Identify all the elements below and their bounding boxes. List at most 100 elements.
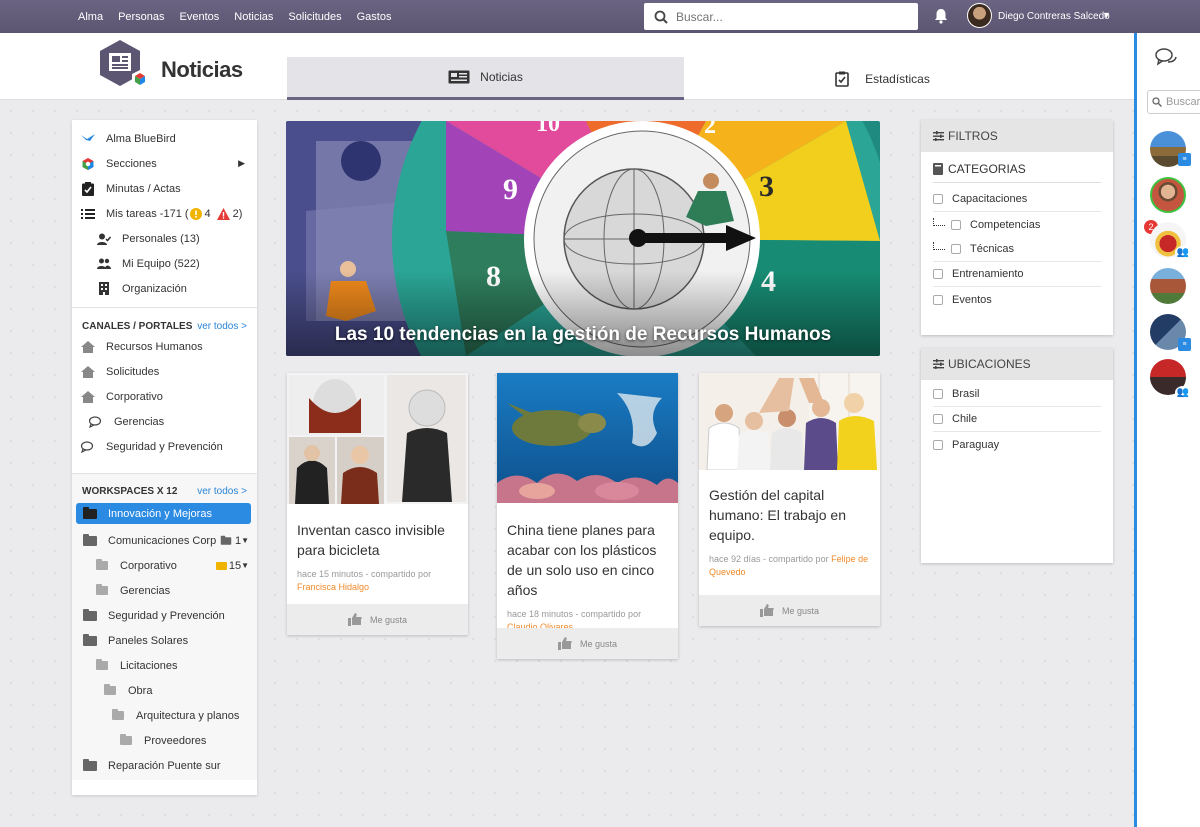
workspace-count-badge[interactable]: 1 ▼	[219, 535, 249, 547]
filter-label: Eventos	[952, 293, 992, 306]
news-card-title[interactable]: China tiene planes para acabar con los p…	[497, 520, 678, 600]
nav-personas[interactable]: Personas	[118, 11, 164, 23]
news-card-image	[699, 373, 880, 471]
news-card-time: hace 92 días - compartido por	[709, 554, 829, 564]
user-avatar[interactable]	[967, 3, 992, 28]
chat-icon[interactable]	[1155, 48, 1177, 66]
folder-icon	[83, 608, 97, 621]
tab-noticias-label: Noticias	[480, 70, 523, 84]
workspace-label: Reparación Puente sur	[108, 759, 221, 772]
filter-label: Competencias	[970, 218, 1041, 231]
divider	[72, 307, 257, 308]
users-icon	[97, 258, 111, 269]
workspaces-see-all-link[interactable]: ver todos >	[197, 486, 247, 497]
workspace-count-badge[interactable]: 15 ▼	[215, 560, 249, 572]
sidebar-item-gerencias[interactable]: Gerencias	[80, 409, 249, 434]
workspace-comunicaciones[interactable]: Comunicaciones Corp 1 ▼	[76, 528, 251, 553]
like-label: Me gusta	[369, 614, 408, 625]
checkbox[interactable]	[933, 414, 943, 424]
nav-eventos[interactable]: Eventos	[180, 11, 220, 23]
nav-solicitudes[interactable]: Solicitudes	[288, 11, 341, 23]
search-input[interactable]	[676, 9, 896, 24]
chat-icon	[80, 440, 93, 453]
sidebar-item-label: Solicitudes	[106, 365, 160, 378]
workspace-obra[interactable]: Obra	[76, 678, 251, 703]
sidebar-item-solicitudes[interactable]: Solicitudes	[80, 359, 249, 384]
workspace-reparacion[interactable]: Reparación Puente sur	[76, 753, 251, 778]
sidebar-item-mi-equipo[interactable]: Mi Equipo (522)	[80, 251, 249, 276]
filter-chile[interactable]: Chile	[933, 407, 1101, 432]
sliders-icon	[933, 359, 944, 369]
checkbox[interactable]	[933, 269, 943, 279]
news-card[interactable]: Gestión del capital humano: El trabajo e…	[699, 373, 880, 626]
group-avatar[interactable]	[1150, 268, 1186, 304]
filter-capacitaciones[interactable]: Capacitaciones	[933, 187, 1101, 212]
sidebar-item-alma-bluebird[interactable]: Alma BlueBird	[80, 126, 249, 151]
channels-title: CANALES / PORTALES	[82, 320, 193, 332]
newspaper-icon	[448, 70, 470, 84]
document-icon: ≡	[1178, 338, 1191, 351]
like-button[interactable]: Me gusta	[699, 595, 880, 626]
global-search[interactable]	[644, 3, 918, 30]
news-card-title[interactable]: Inventan casco invisible para bicicleta	[287, 520, 468, 560]
checkbox[interactable]	[951, 244, 961, 254]
group-icon: 👥	[1175, 246, 1191, 259]
filter-paraguay[interactable]: Paraguay	[933, 432, 1101, 457]
folder-icon	[104, 684, 116, 695]
sidebar-item-seguridad[interactable]: Seguridad y Prevención	[80, 434, 249, 459]
contact-avatar[interactable]	[1150, 177, 1186, 213]
sidebar-item-label: Mis tareas -171 (	[106, 207, 189, 220]
checkbox[interactable]	[933, 294, 943, 305]
sidebar-item-recursos-humanos[interactable]: Recursos Humanos	[80, 334, 249, 359]
workspace-proveedores[interactable]: Proveedores	[76, 728, 251, 753]
sidebar-item-personales[interactable]: Personales (13)	[80, 226, 249, 251]
tree-connector	[933, 242, 945, 250]
workspaces-title: WORKSPACES X 12	[82, 485, 178, 497]
nav-noticias[interactable]: Noticias	[234, 11, 273, 23]
nav-alma[interactable]: Alma	[78, 11, 103, 23]
rail-search[interactable]: Buscar	[1147, 90, 1200, 114]
svg-text:10: 10	[536, 121, 560, 137]
sidebar-item-secciones[interactable]: Secciones ▶	[80, 151, 249, 176]
filter-tecnicas[interactable]: Técnicas	[933, 237, 1101, 262]
tab-noticias[interactable]: Noticias	[287, 57, 684, 100]
filter-label: Técnicas	[970, 243, 1015, 255]
folder-icon	[120, 734, 132, 745]
chevron-down-icon[interactable]: ▼	[1102, 10, 1111, 20]
workspace-gerencias[interactable]: Gerencias	[76, 578, 251, 603]
checkbox[interactable]	[933, 389, 943, 399]
sidebar-item-corporativo[interactable]: Corporativo	[80, 384, 249, 409]
workspace-arquitectura[interactable]: Arquitectura y planos	[76, 703, 251, 728]
news-card[interactable]: Inventan casco invisible para bicicleta …	[287, 373, 468, 635]
workspace-seguridad[interactable]: Seguridad y Prevención	[76, 603, 251, 628]
workspace-label: Gerencias	[120, 584, 171, 597]
checkbox[interactable]	[933, 439, 943, 450]
filter-brasil[interactable]: Brasil	[933, 382, 1101, 407]
workspace-paneles-solares[interactable]: Paneles Solares	[76, 628, 251, 653]
filter-competencias[interactable]: Competencias	[933, 212, 1101, 237]
workspace-corporativo[interactable]: Corporativo 15 ▼	[76, 553, 251, 578]
chat-rail: Buscar ≡ 2 👥 ≡ 👥	[1134, 33, 1200, 827]
channels-see-all-link[interactable]: ver todos >	[197, 321, 247, 332]
like-button[interactable]: Me gusta	[287, 604, 468, 635]
news-card-title[interactable]: Gestión del capital humano: El trabajo e…	[699, 485, 880, 545]
nav-gastos[interactable]: Gastos	[357, 11, 392, 23]
featured-news-title[interactable]: Las 10 tendencias en la gestión de Recur…	[286, 324, 880, 346]
workspace-innovacion[interactable]: Innovación y Mejoras	[76, 503, 251, 524]
checkbox[interactable]	[933, 194, 943, 204]
filters-panel: FILTROS CATEGORIAS Capacitaciones Compet…	[921, 120, 1113, 335]
news-card-author[interactable]: Francisca Hidalgo	[297, 582, 369, 592]
tab-estadisticas[interactable]: Estadísticas	[684, 57, 1081, 100]
bell-icon[interactable]	[934, 8, 948, 24]
filter-eventos[interactable]: Eventos	[933, 287, 1101, 312]
featured-news[interactable]: 9 8 3 4 10 2 Las 10 tendencias en la ges…	[286, 121, 880, 356]
sidebar-item-minutas[interactable]: Minutas / Actas	[80, 176, 249, 201]
like-button[interactable]: Me gusta	[497, 628, 678, 659]
sidebar-item-organizacion[interactable]: Organización	[80, 276, 249, 301]
sidebar-item-mis-tareas[interactable]: Mis tareas -171 ( 4 2)	[80, 201, 249, 226]
user-name[interactable]: Diego Contreras Salcedo	[998, 11, 1110, 22]
workspace-licitaciones[interactable]: Licitaciones	[76, 653, 251, 678]
news-card[interactable]: China tiene planes para acabar con los p…	[497, 373, 678, 659]
filter-entrenamiento[interactable]: Entrenamiento	[933, 262, 1101, 287]
checkbox[interactable]	[951, 219, 961, 230]
